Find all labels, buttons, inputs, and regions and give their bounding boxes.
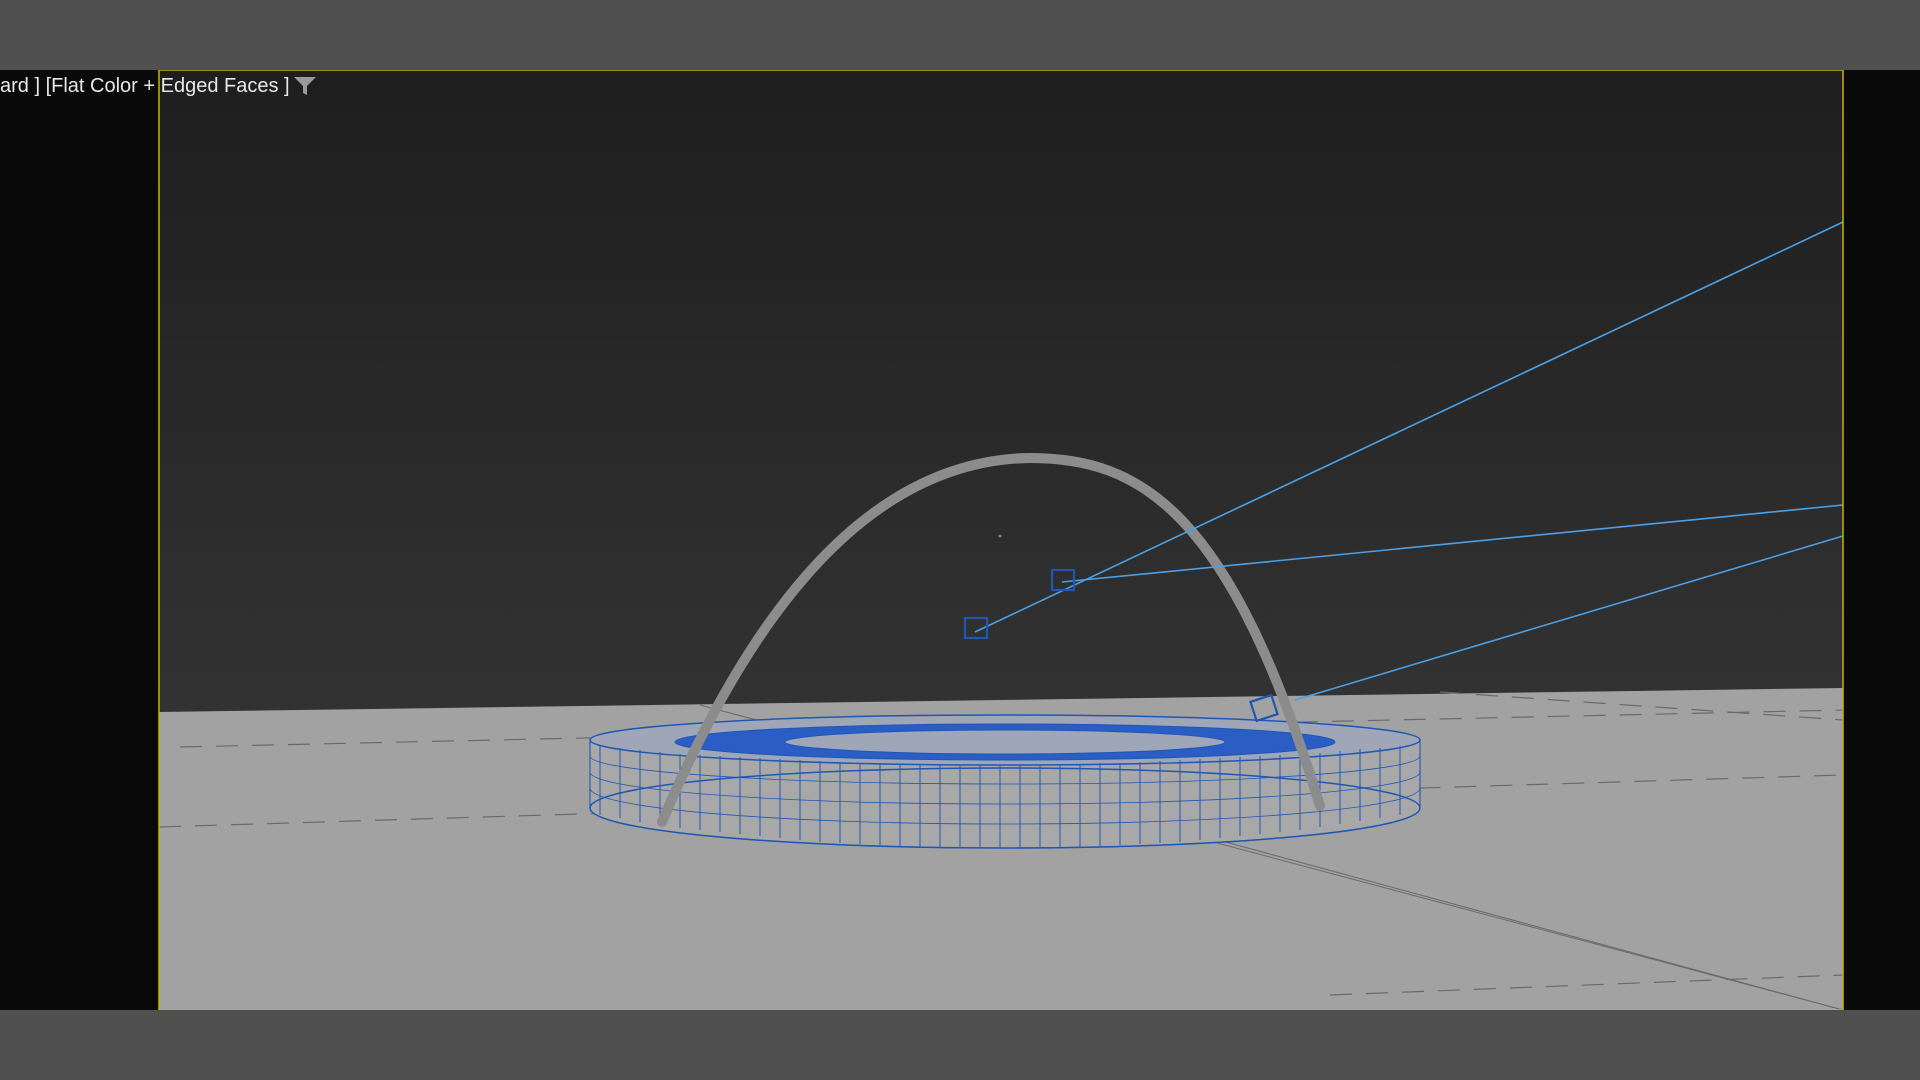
- bottom-status-area: [0, 1010, 1920, 1080]
- scene-render[interactable]: [0, 70, 1920, 1010]
- viewport-shading-label[interactable]: ard ] [Flat Color + Edged Faces ]: [0, 72, 290, 100]
- 3d-viewport[interactable]: ard ] [Flat Color + Edged Faces ]: [0, 70, 1920, 1010]
- funnel-icon[interactable]: [292, 74, 318, 98]
- pivot-dot: [998, 534, 1002, 538]
- top-toolbar-area: [0, 0, 1920, 70]
